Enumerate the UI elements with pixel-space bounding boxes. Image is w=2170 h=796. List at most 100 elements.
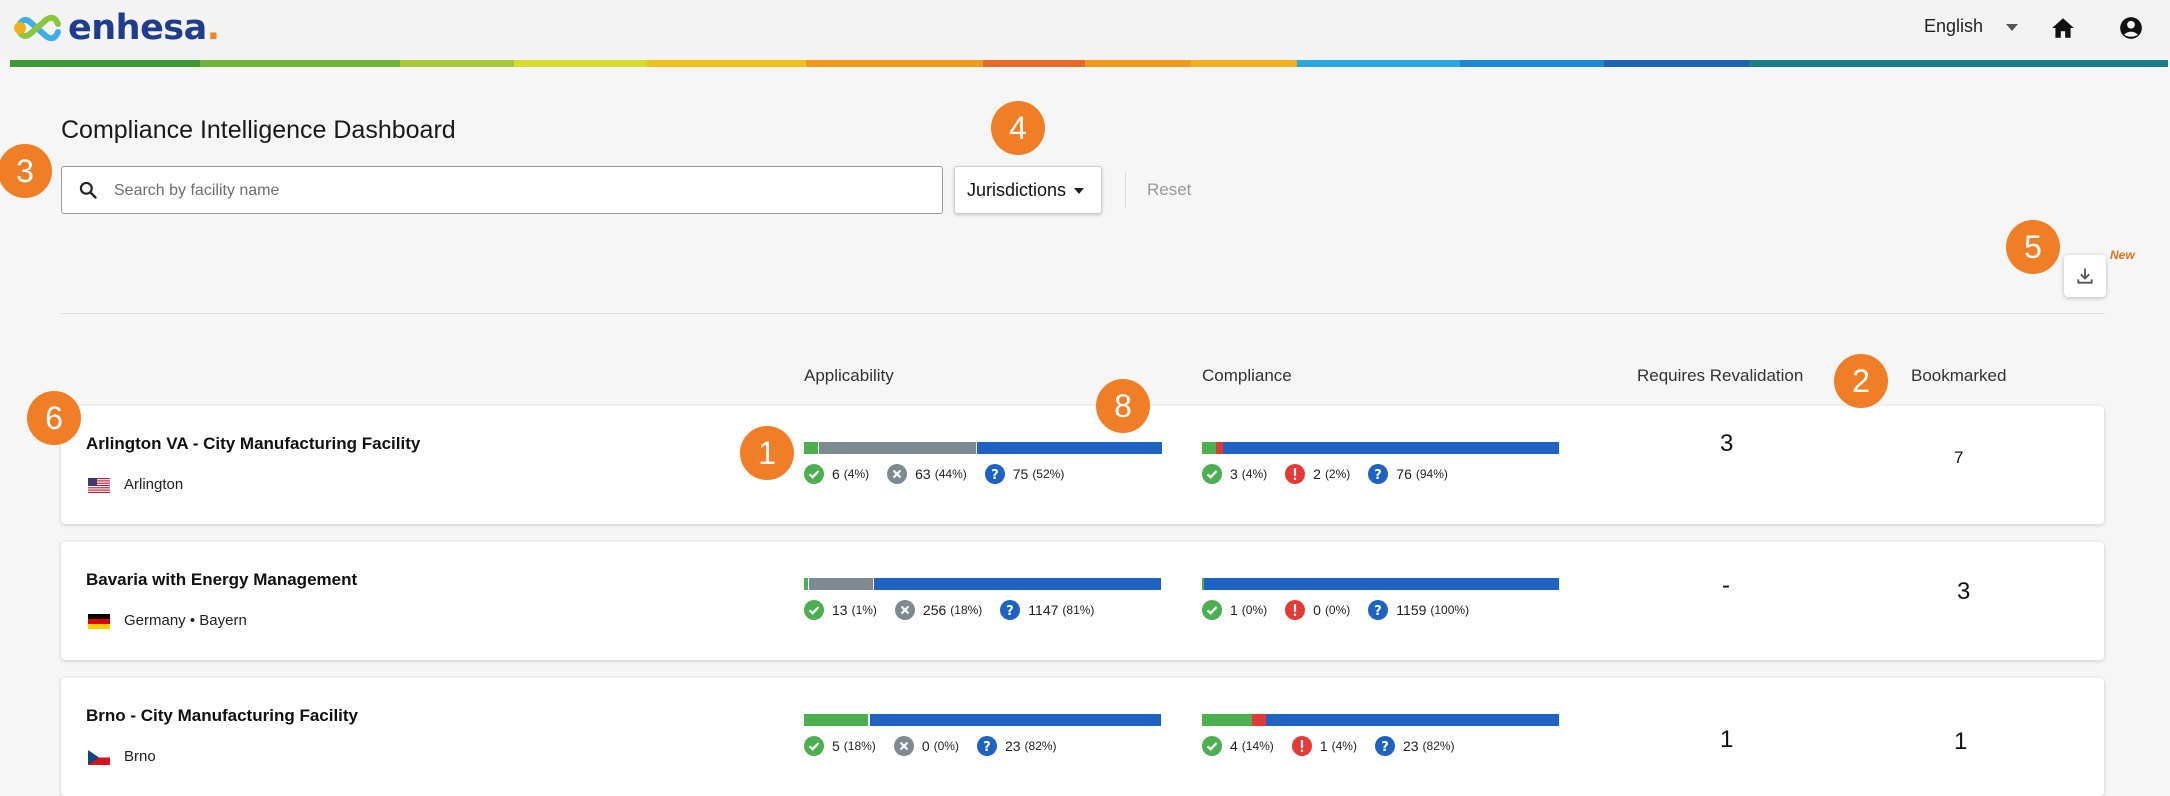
applicable-segment	[804, 714, 869, 726]
facility-row[interactable]: Arlington VA - City Manufacturing Facili…	[61, 406, 2104, 524]
facility-location: Germany • Bayern	[124, 612, 247, 629]
applicable-count: 6 (4%)	[804, 464, 869, 484]
color-strip-segment	[1604, 60, 1749, 67]
applicability-stats: 5 (18%) 0 (0%) ? 23 (82%)	[804, 735, 1075, 757]
unknown-applicability-segment	[873, 578, 1162, 590]
top-bar: enhesa. English	[0, 0, 2170, 60]
applicable-count-value: 6	[832, 466, 840, 482]
applicable-count: 5 (18%)	[804, 736, 876, 756]
unknown-applicability-segment	[977, 442, 1162, 454]
download-button[interactable]	[2064, 255, 2106, 297]
callout-marker-4: 4	[991, 101, 1045, 155]
requires-revalidation-count[interactable]: 3	[1720, 430, 1733, 458]
compliance-bar[interactable]	[1202, 442, 1559, 454]
compliant-count-value: 3	[1230, 466, 1238, 482]
unknown-compliance-segment	[1223, 442, 1559, 454]
column-header-bookmarked: Bookmarked	[1911, 366, 2007, 385]
search-input[interactable]	[112, 167, 916, 215]
non-compliant-count-value: 1	[1319, 738, 1328, 754]
account-circle-icon[interactable]	[2118, 15, 2144, 41]
reset-button[interactable]: Reset	[1147, 180, 1191, 200]
not-applicable-segment	[808, 578, 873, 590]
unknown-applicability-count: ? 75 (52%)	[984, 464, 1064, 484]
not-applicable-count: 256 (18%)	[894, 600, 983, 620]
applicability-bar[interactable]	[804, 714, 1162, 726]
requires-revalidation-count[interactable]: 1	[1720, 726, 1733, 754]
applicability-bar[interactable]	[804, 442, 1162, 454]
compliance-stats: 1 (0%) 0 (0%) ? 1159 (100%)	[1202, 599, 1487, 621]
svg-text:?: ?	[1375, 604, 1383, 619]
callout-marker-6: 6	[27, 391, 81, 445]
svg-text:?: ?	[991, 468, 999, 483]
non-compliant-count-value: 0	[1313, 602, 1321, 618]
svg-text:?: ?	[983, 740, 991, 755]
not-applicable-segment	[819, 442, 977, 454]
color-strip-segment	[1459, 60, 1605, 67]
enhesa-logo[interactable]: enhesa.	[10, 8, 220, 48]
bookmarked-count[interactable]: 3	[1957, 578, 1970, 606]
svg-text:?: ?	[1381, 740, 1389, 755]
country-flag-icon	[88, 614, 110, 629]
search-box[interactable]	[61, 166, 943, 215]
callout-marker-8: 8	[1096, 379, 1150, 433]
jurisdictions-dropdown-button[interactable]: Jurisdictions	[954, 166, 1102, 214]
unknown-applicability-count: ? 1147 (81%)	[1000, 600, 1094, 620]
unknown-applicability-count: ? 23 (82%)	[976, 736, 1057, 756]
compliance-bar[interactable]	[1202, 578, 1559, 590]
home-icon[interactable]	[2050, 15, 2076, 41]
applicability-stats: 6 (4%) 63 (44%) ? 75 (52%)	[804, 463, 1082, 485]
applicable-count-percent: (4%)	[843, 467, 870, 481]
not-applicable-count-percent: (18%)	[950, 603, 983, 617]
not-applicable-count: 63 (44%)	[887, 464, 967, 484]
facility-name[interactable]: Brno - City Manufacturing Facility	[86, 706, 358, 726]
logo-text: enhesa.	[68, 8, 220, 48]
bookmarked-count[interactable]: 7	[1954, 448, 1963, 468]
color-strip-segment	[10, 60, 201, 67]
compliant-count-percent: (14%)	[1241, 739, 1274, 753]
language-selector[interactable]: English	[1924, 16, 1983, 37]
question-icon: ?	[1374, 736, 1395, 756]
enhesa-logo-mark-icon	[14, 14, 61, 42]
applicability-bar[interactable]	[804, 578, 1162, 590]
question-icon: ?	[1368, 464, 1389, 484]
non-compliant-count: 2 (2%)	[1285, 464, 1350, 484]
requires-revalidation-count[interactable]: -	[1722, 572, 1730, 600]
color-strip-segment	[200, 60, 400, 67]
alert-icon	[1291, 736, 1312, 756]
applicable-count-value: 13	[832, 602, 848, 618]
unknown-compliance-count: ? 1159 (100%)	[1368, 600, 1469, 620]
callout-marker-3: 3	[0, 144, 52, 198]
facility-name[interactable]: Bavaria with Energy Management	[86, 570, 357, 590]
language-dropdown-caret-icon[interactable]	[2006, 24, 2018, 31]
callout-marker-2: 2	[1834, 354, 1888, 408]
unknown-compliance-count-value: 76	[1396, 466, 1412, 482]
compliant-segment	[1202, 442, 1217, 454]
filter-divider	[1125, 172, 1126, 208]
applicable-segment	[804, 442, 819, 454]
callout-marker-5: 5	[2006, 220, 2060, 274]
cross-icon	[894, 600, 915, 620]
color-strip-segment	[806, 60, 983, 67]
question-icon: ?	[1368, 600, 1389, 620]
facility-row[interactable]: Bavaria with Energy Management Germany •…	[61, 542, 2104, 660]
compliance-stats: 4 (14%) 1 (4%) ? 23 (82%)	[1202, 735, 1473, 757]
svg-text:?: ?	[1375, 468, 1383, 483]
applicable-count-percent: (1%)	[851, 603, 877, 617]
bookmarked-count[interactable]: 1	[1954, 728, 1967, 756]
facility-row[interactable]: Brno - City Manufacturing Facility Brno …	[61, 678, 2104, 796]
unknown-applicability-count-percent: (81%)	[1062, 603, 1095, 617]
check-icon	[1202, 464, 1222, 484]
unknown-applicability-segment	[870, 714, 1162, 726]
facility-location: Arlington	[124, 476, 184, 493]
non-compliant-count-percent: (2%)	[1324, 467, 1351, 481]
new-badge: New	[2110, 248, 2135, 262]
facility-name[interactable]: Arlington VA - City Manufacturing Facili…	[86, 434, 420, 454]
compliant-count: 1 (0%)	[1202, 600, 1267, 620]
jurisdictions-caret-icon	[1074, 188, 1084, 194]
not-applicable-count-value: 256	[922, 602, 947, 618]
compliance-bar[interactable]	[1202, 714, 1559, 726]
facility-location: Brno	[124, 748, 156, 765]
compliant-count-percent: (4%)	[1241, 467, 1268, 481]
applicable-count: 13 (1%)	[804, 600, 877, 620]
non-compliant-count: 1 (4%)	[1291, 736, 1357, 756]
